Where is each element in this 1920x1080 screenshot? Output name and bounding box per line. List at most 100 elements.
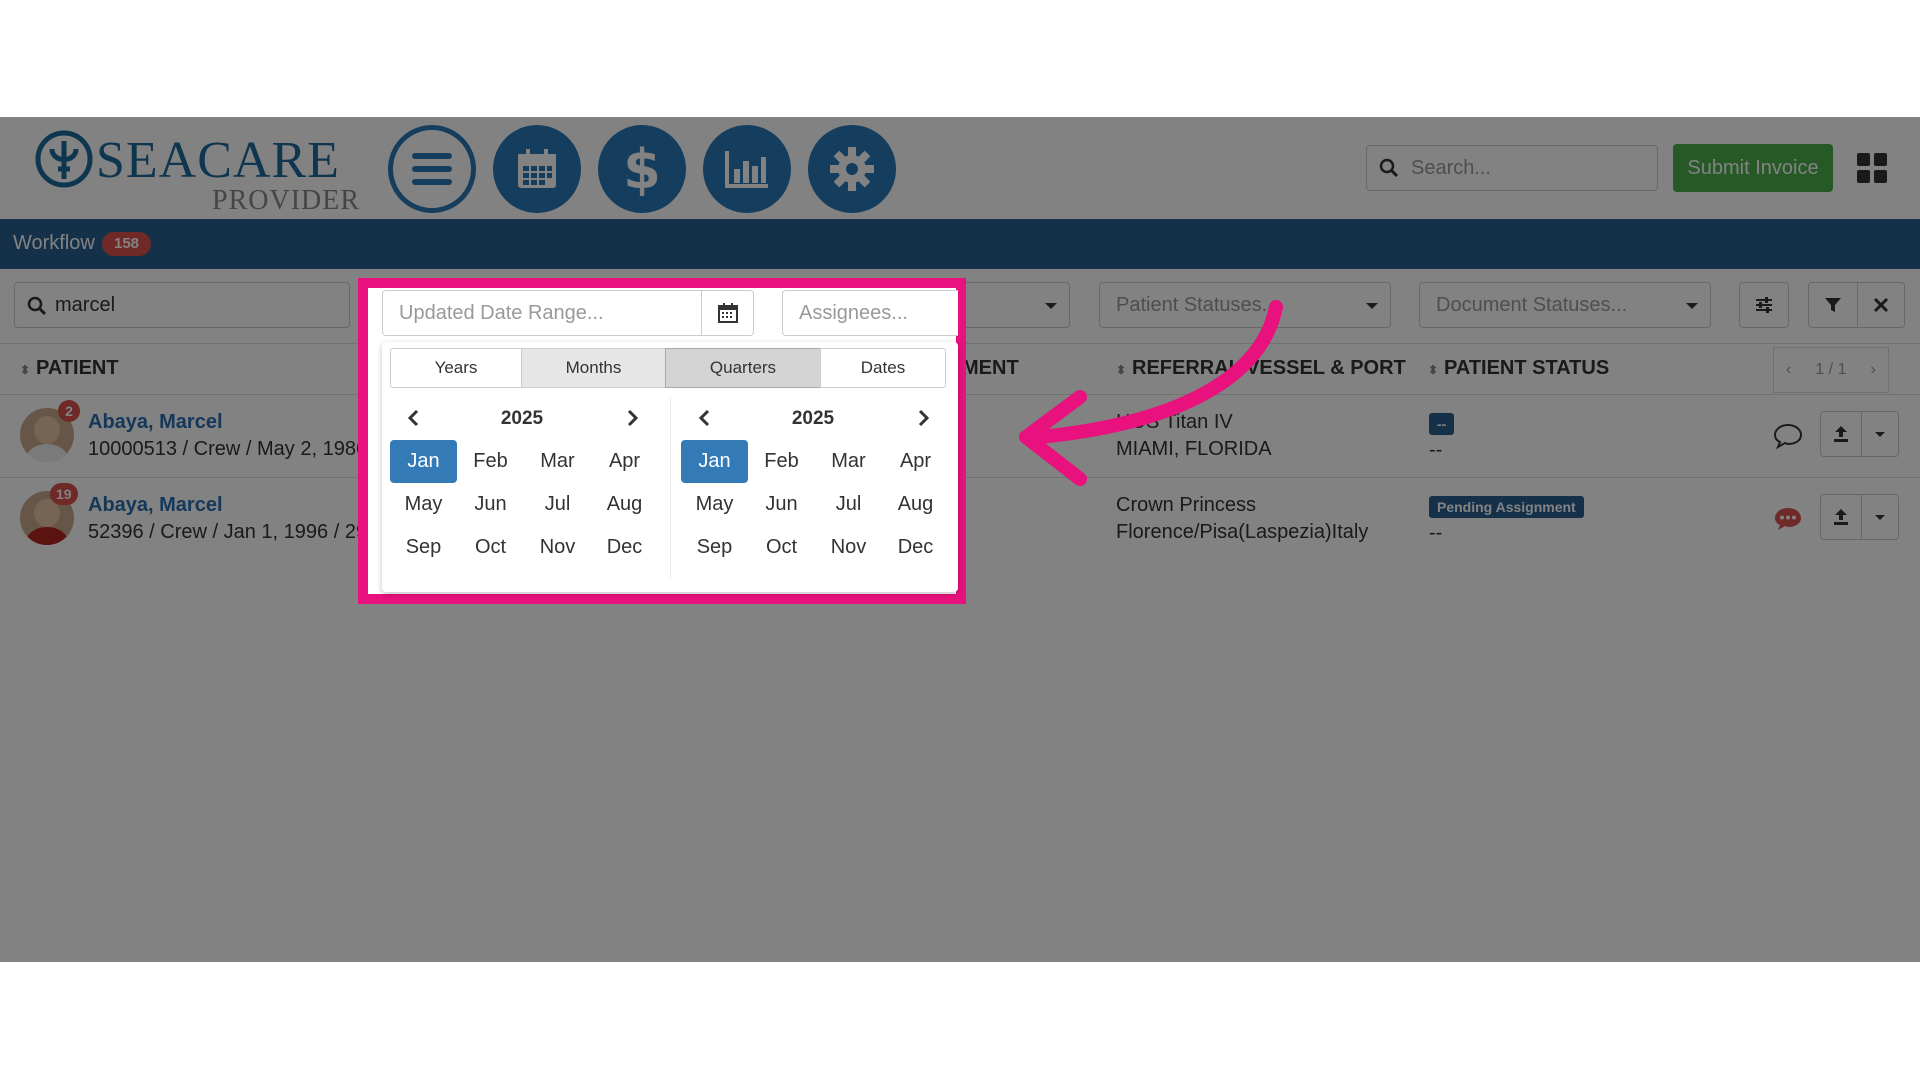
month-cell-right-jul[interactable]: Jul [815, 483, 882, 526]
month-cell-left-aug[interactable]: Aug [591, 483, 658, 526]
assignees-input[interactable]: Assignees... [782, 290, 958, 336]
search-icon [1379, 158, 1399, 178]
status-sub: -- [1429, 522, 1443, 544]
app-screen: SEACARE PROVIDER $ Search... Submit Invo… [0, 117, 1920, 962]
apps-grid-icon[interactable] [1857, 153, 1887, 183]
logo-sub: PROVIDER [212, 185, 361, 216]
upload-button[interactable] [1820, 494, 1862, 540]
date-range-picker: Years Months Quarters Dates 2025 Jan Feb M… [382, 342, 958, 592]
trident-icon [35, 130, 93, 188]
document-statuses-placeholder: Document Statuses... [1436, 294, 1628, 316]
calendar-panel-right: 2025 Jan Feb Mar Apr May Jun Jul Aug Sep Oct Nov De… [677, 404, 949, 574]
month-cell-right-mar[interactable]: Mar [815, 440, 882, 483]
patient-info: 52396 / Crew / Jan 1, 1996 / 29 M [88, 521, 390, 543]
calendar-icon [717, 303, 738, 323]
workflow-bar: Workflow 158 [0, 219, 1920, 269]
month-cell-right-jan[interactable]: Jan [681, 440, 748, 483]
document-statuses-select[interactable]: Document Statuses... [1419, 282, 1711, 328]
notification-badge: 19 [50, 483, 78, 505]
month-cell-right-aug[interactable]: Aug [882, 483, 949, 526]
month-cell-right-dec[interactable]: Dec [882, 526, 949, 569]
upload-icon [1834, 426, 1848, 442]
calendar-button[interactable] [493, 125, 581, 213]
month-cell-left-apr[interactable]: Apr [591, 440, 658, 483]
patient-name-link[interactable]: Abaya, Marcel [88, 494, 223, 517]
funnel-icon [1825, 298, 1841, 312]
panel-divider [670, 398, 671, 578]
filter-button[interactable] [1808, 282, 1858, 328]
global-search-input[interactable]: Search... [1366, 145, 1658, 191]
referral-vessel: Crown Princess [1116, 494, 1257, 516]
assignees-placeholder: Assignees... [799, 302, 908, 324]
calendar-year-left[interactable]: 2025 [386, 408, 658, 430]
month-cell-right-oct[interactable]: Oct [748, 526, 815, 569]
comment-icon[interactable] [1773, 506, 1803, 532]
chevron-right-icon[interactable] [917, 408, 931, 428]
column-settings-button[interactable] [1739, 282, 1789, 328]
date-range-calendar-button[interactable] [701, 291, 753, 335]
tab-dates[interactable]: Dates [820, 348, 946, 388]
month-cell-right-nov[interactable]: Nov [815, 526, 882, 569]
month-cell-left-sep[interactable]: Sep [390, 526, 457, 569]
patient-search-input[interactable]: marcel [14, 282, 350, 328]
month-cell-right-jun[interactable]: Jun [748, 483, 815, 526]
row-actions-dropdown[interactable] [1861, 411, 1899, 457]
status-badge: -- [1429, 413, 1455, 435]
month-cell-left-jul[interactable]: Jul [524, 483, 591, 526]
month-cell-left-jun[interactable]: Jun [457, 483, 524, 526]
chevron-down-icon [1875, 431, 1885, 437]
month-cell-left-nov[interactable]: Nov [524, 526, 591, 569]
dollar-icon: $ [623, 137, 661, 201]
calendar-panel-left: 2025 Jan Feb Mar Apr May Jun Jul Aug Sep Oct Nov De… [386, 404, 658, 574]
month-cell-left-mar[interactable]: Mar [524, 440, 591, 483]
picker-tabs: Years Months Quarters Dates [390, 348, 946, 388]
settings-button[interactable] [808, 125, 896, 213]
calendar-header-right: 2025 [677, 404, 949, 434]
chevron-right-icon[interactable] [626, 408, 640, 428]
month-cell-right-apr[interactable]: Apr [882, 440, 949, 483]
chevron-down-icon [1366, 303, 1378, 309]
logo-word: SEACARE [96, 132, 340, 189]
row-actions-dropdown[interactable] [1861, 494, 1899, 540]
month-cell-left-dec[interactable]: Dec [591, 526, 658, 569]
menu-button[interactable] [388, 125, 476, 213]
month-cell-right-may[interactable]: May [681, 483, 748, 526]
comment-icon[interactable] [1773, 423, 1803, 449]
column-header-patient[interactable]: ⬍ PATIENT [20, 357, 119, 380]
reports-button[interactable] [703, 125, 791, 213]
patient-name-link[interactable]: Abaya, Marcel [88, 411, 223, 434]
app-header: SEACARE PROVIDER $ Search... Submit Invo… [0, 117, 1920, 219]
gear-icon [830, 147, 874, 191]
column-header-patient-status[interactable]: ⬍ PATIENT STATUS [1428, 357, 1609, 380]
next-page-icon[interactable]: › [1858, 361, 1887, 379]
hamburger-icon [412, 153, 452, 185]
date-range-placeholder: Updated Date Range... [399, 302, 604, 324]
tab-months[interactable]: Months [521, 348, 666, 388]
month-cell-right-sep[interactable]: Sep [681, 526, 748, 569]
prev-page-icon[interactable]: ‹ [1774, 361, 1803, 379]
month-cell-left-feb[interactable]: Feb [457, 440, 524, 483]
annotation-arrow-icon [1019, 300, 1283, 486]
seacare-logo[interactable]: SEACARE PROVIDER [34, 129, 359, 216]
month-cell-left-oct[interactable]: Oct [457, 526, 524, 569]
month-cell-left-jan[interactable]: Jan [390, 440, 457, 483]
date-range-input[interactable]: Updated Date Range... [382, 290, 754, 336]
search-icon [27, 296, 47, 316]
clear-filters-button[interactable] [1857, 282, 1905, 328]
referral-port: Florence/Pisa(Laspezia)Italy [1116, 521, 1369, 543]
tab-quarters[interactable]: Quarters [665, 348, 821, 388]
patient-info: 10000513 / Crew / May 2, 1986 /... [88, 438, 395, 460]
sort-icon: ⬍ [20, 363, 31, 377]
calendar-year-right[interactable]: 2025 [677, 408, 949, 430]
calendar-icon [518, 149, 556, 188]
upload-icon [1834, 509, 1848, 525]
sort-icon: ⬍ [1428, 363, 1439, 377]
submit-invoice-button[interactable]: Submit Invoice [1673, 144, 1833, 192]
workflow-tab[interactable]: Workflow [13, 232, 95, 255]
notification-badge: 2 [58, 400, 80, 422]
month-cell-left-may[interactable]: May [390, 483, 457, 526]
billing-button[interactable]: $ [598, 125, 686, 213]
month-cell-right-feb[interactable]: Feb [748, 440, 815, 483]
upload-button[interactable] [1820, 411, 1862, 457]
tab-years[interactable]: Years [390, 348, 522, 388]
